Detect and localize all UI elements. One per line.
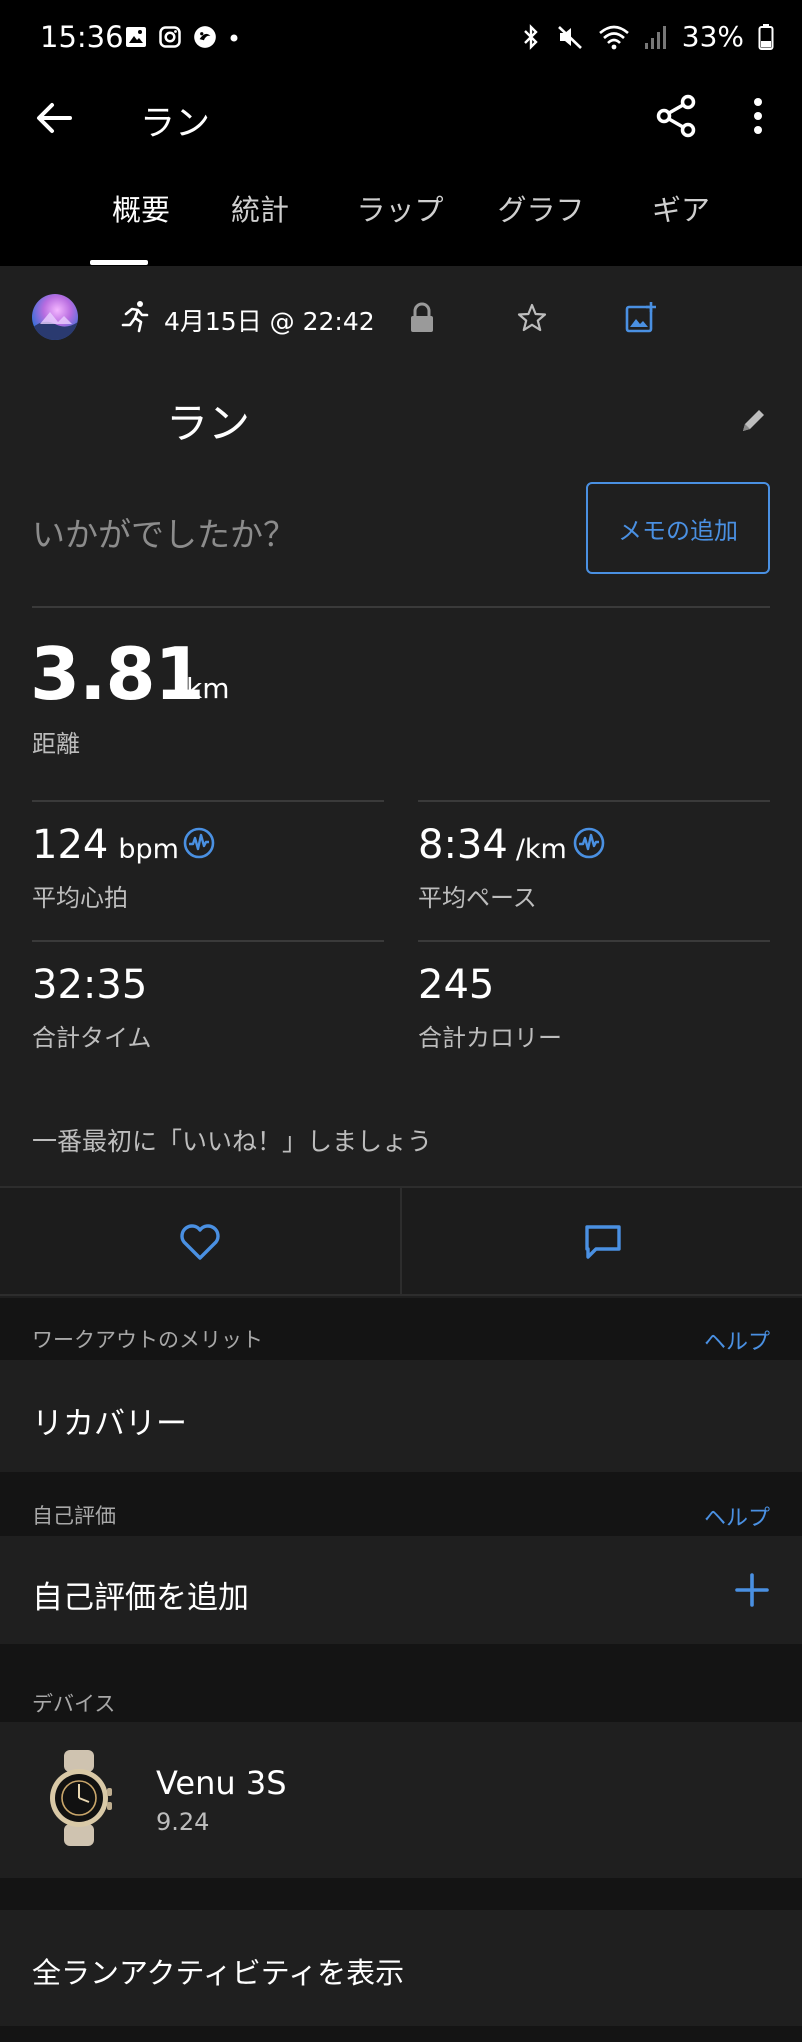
arrow-left-icon: [37, 103, 72, 133]
calories-value: 245: [418, 962, 495, 1008]
notification-dot-icon: [230, 34, 238, 42]
distance-unit: km: [186, 672, 230, 705]
tab-graphs[interactable]: グラフ: [484, 190, 598, 266]
edit-title-icon[interactable]: [738, 404, 770, 436]
comment-icon: [585, 1225, 621, 1259]
watch-image: [44, 1750, 114, 1846]
add-memo-button[interactable]: メモの追加: [586, 482, 770, 574]
gallery-icon: [126, 27, 146, 47]
distance-label: 距離: [32, 730, 80, 758]
tab-overview[interactable]: 概要: [84, 190, 198, 266]
plus-icon[interactable]: [734, 1572, 770, 1608]
divider: [32, 940, 384, 942]
tab-gear[interactable]: ギア: [628, 190, 734, 266]
heart-rate-stat[interactable]: 124 bpm: [32, 822, 179, 868]
app-icon: [194, 26, 216, 48]
add-self-evaluation-label: 自己評価を追加: [32, 1580, 249, 1616]
tab-laps[interactable]: ラップ: [346, 190, 454, 266]
total-time-label: 合計タイム: [32, 1024, 152, 1052]
favorite-star-icon[interactable]: [516, 302, 548, 334]
divider: [32, 800, 384, 802]
app-bar-title: ラン: [140, 104, 211, 144]
privacy-lock-icon[interactable]: [408, 302, 436, 334]
calories-label: 合計カロリー: [418, 1024, 562, 1052]
device-card[interactable]: [0, 1722, 802, 1878]
pace-unit: /km: [515, 834, 567, 865]
heart-rate-label: 平均心拍: [32, 884, 128, 912]
status-system-icons: 33%: [520, 20, 774, 53]
tab-bar: 概要 統計 ラップ グラフ ギア: [0, 190, 802, 266]
total-time-value: 32:35: [32, 962, 148, 1008]
heart-icon: [180, 1224, 220, 1260]
self-evaluation-label: 自己評価: [32, 1504, 116, 1528]
heart-rate-unit: bpm: [118, 834, 179, 865]
battery-icon: [758, 23, 774, 50]
distance-value: 3.81: [30, 632, 205, 716]
active-tab-indicator: [90, 260, 148, 265]
more-vertical-icon: [754, 98, 762, 134]
section-gap: [0, 1878, 802, 1910]
workout-benefit-help-link[interactable]: ヘルプ: [704, 1324, 770, 1356]
all-run-activities-link[interactable]: 全ランアクティビティを表示: [32, 1950, 404, 1992]
section-header-bg: [0, 1472, 802, 1536]
feeling-prompt[interactable]: いかがでしたか？: [32, 508, 296, 556]
pace-value: 8:34: [418, 822, 508, 868]
section-header-bg: [0, 1644, 802, 1722]
like-button[interactable]: [178, 1222, 222, 1262]
like-prompt: 一番最初に「いいね！」しましょう: [32, 1127, 433, 1156]
pace-sensor-icon: [573, 827, 605, 859]
avatar-image: [32, 312, 78, 340]
status-time: 15:36: [40, 20, 124, 54]
comment-button[interactable]: [582, 1222, 624, 1262]
divider: [400, 1186, 402, 1296]
avatar[interactable]: [32, 294, 78, 340]
pace-label: 平均ペース: [418, 884, 537, 912]
workout-benefit-value: リカバリー: [32, 1406, 187, 1442]
self-evaluation-help-link[interactable]: ヘルプ: [704, 1500, 770, 1532]
pace-stat[interactable]: 8:34 /km: [418, 822, 567, 868]
battery-percent: 33%: [681, 20, 744, 53]
share-icon: [656, 94, 696, 138]
add-photo-icon[interactable]: [624, 300, 658, 334]
signal-icon: [644, 25, 666, 49]
instagram-icon: [159, 26, 181, 48]
status-notification-icons: [124, 24, 240, 50]
wifi-icon: [598, 25, 629, 49]
activity-date: 4月15日 @ 22:42: [164, 307, 375, 336]
heart-rate-value: 124: [32, 822, 109, 868]
activity-title: ラン: [166, 399, 251, 448]
mute-icon: [557, 25, 582, 49]
divider: [418, 800, 770, 802]
more-options-button[interactable]: [738, 92, 778, 140]
device-name: Venu 3S: [156, 1764, 287, 1802]
device-version: 9.24: [156, 1808, 210, 1836]
back-button[interactable]: [30, 94, 78, 142]
heart-rate-sensor-icon: [183, 827, 215, 859]
workout-benefit-label: ワークアウトのメリット: [32, 1328, 263, 1352]
device-section-label: デバイス: [32, 1692, 116, 1716]
section-gap: [0, 2026, 802, 2042]
bluetooth-icon: [523, 23, 538, 50]
running-icon: [120, 300, 150, 334]
divider: [418, 940, 770, 942]
share-button[interactable]: [652, 92, 700, 140]
divider: [32, 606, 770, 608]
tab-stats[interactable]: 統計: [212, 190, 308, 266]
